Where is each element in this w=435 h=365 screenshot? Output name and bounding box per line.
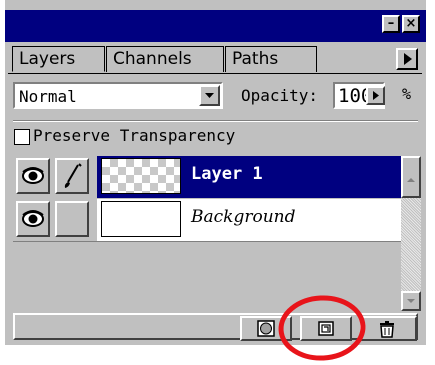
layer-row-background[interactable]: Background	[13, 199, 401, 241]
layer-list-scrollbar[interactable]	[401, 156, 421, 311]
opacity-unit: %	[402, 85, 412, 103]
tab-strip: Layers Channels Paths	[8, 46, 422, 74]
palette-menu-button[interactable]	[396, 48, 418, 70]
palette-titlebar[interactable]: – ×	[5, 10, 426, 42]
tab-paths-label: Paths	[232, 49, 279, 69]
paintbrush-icon	[64, 163, 82, 188]
visibility-toggle[interactable]	[16, 201, 50, 237]
triangle-right-icon	[404, 53, 412, 65]
divider	[13, 241, 401, 242]
tab-channels-label: Channels	[113, 49, 192, 69]
scroll-up-arrow-icon	[407, 178, 415, 182]
eye-icon	[22, 167, 44, 184]
edit-lock-toggle[interactable]	[55, 158, 89, 194]
tab-paths[interactable]: Paths	[225, 46, 317, 72]
preserve-transparency-checkbox[interactable]	[14, 129, 30, 145]
tab-layers[interactable]: Layers	[12, 46, 105, 72]
tab-layers-label: Layers	[19, 49, 76, 69]
layer-name: Background	[191, 207, 296, 227]
preserve-transparency-label: Preserve Transparency	[33, 126, 236, 145]
chevron-down-icon	[205, 93, 214, 98]
scroll-down-button[interactable]	[401, 291, 421, 311]
layer-name: Layer 1	[191, 164, 263, 184]
edit-lock-toggle[interactable]	[55, 201, 89, 237]
eye-icon	[22, 210, 44, 227]
layer-thumbnail	[101, 201, 181, 237]
divider	[13, 121, 418, 122]
close-button[interactable]: ×	[402, 15, 420, 33]
trash-icon	[380, 321, 394, 338]
blend-mode-value: Normal	[19, 87, 77, 106]
blend-mode-dropdown-button[interactable]	[199, 85, 220, 106]
opacity-label: Opacity:	[241, 86, 319, 105]
scroll-thumb[interactable]	[401, 156, 421, 198]
layer-row-layer-1[interactable]: Layer 1	[13, 156, 401, 198]
chevron-down-icon	[407, 299, 415, 303]
triangle-right-icon	[373, 91, 379, 100]
highlight-circle-annotation	[278, 295, 366, 361]
visibility-toggle[interactable]	[16, 158, 50, 194]
minimize-button[interactable]: –	[382, 15, 400, 33]
delete-layer-button[interactable]	[360, 316, 417, 341]
layer-thumbnail	[101, 158, 181, 194]
tab-channels[interactable]: Channels	[106, 46, 224, 72]
blend-mode-select[interactable]: Normal	[13, 82, 223, 109]
opacity-slider-button[interactable]	[366, 86, 385, 105]
